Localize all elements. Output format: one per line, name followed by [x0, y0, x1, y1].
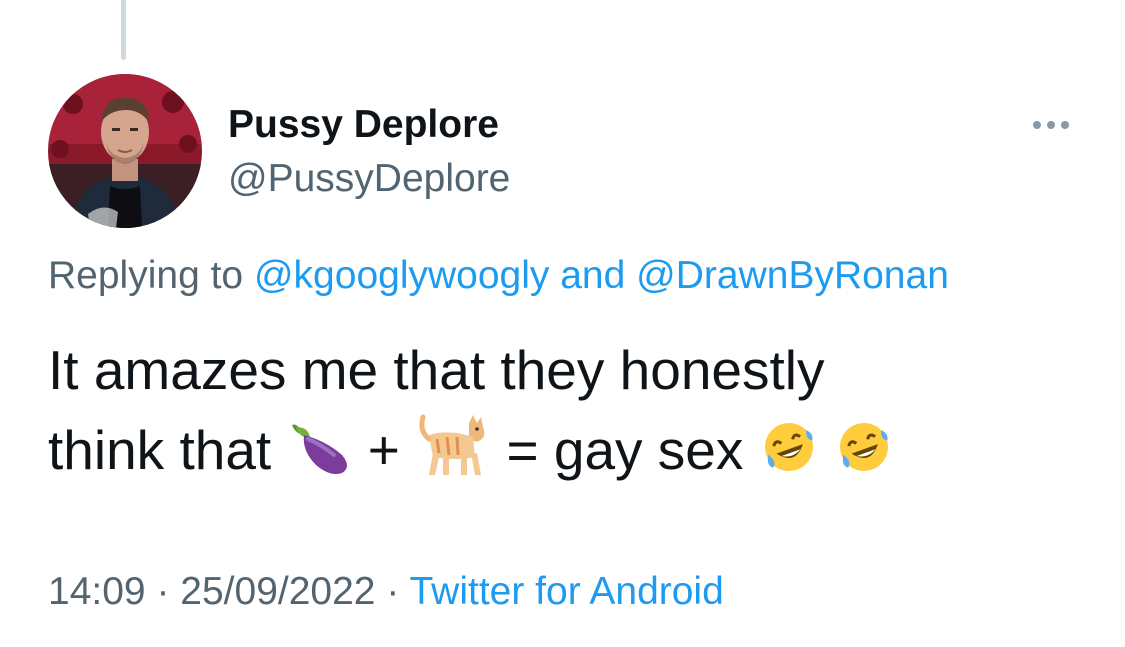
- eggplant-icon: [286, 418, 352, 498]
- rofl-icon: [834, 417, 894, 498]
- meta-separator: ·: [156, 570, 170, 613]
- mention-joiner[interactable]: and: [560, 254, 625, 297]
- meta-separator: ·: [386, 570, 400, 613]
- replying-to-label: Replying to: [48, 254, 244, 297]
- tweet-line-2-end: = gay sex: [506, 419, 744, 481]
- tweet-date[interactable]: 25/09/2022: [180, 570, 375, 613]
- tweet-meta: 14:09 · 25/09/2022 · Twitter for Android: [48, 568, 724, 616]
- cat-icon: [415, 413, 491, 498]
- plus-sign: +: [367, 419, 400, 481]
- tweet-time[interactable]: 14:09: [48, 570, 146, 613]
- tweet-line-1: It amazes me that they honestly: [48, 339, 825, 401]
- thread-connector-line: [121, 0, 126, 60]
- more-horizontal-icon: [1033, 121, 1069, 129]
- replying-to-line: Replying to @kgooglywoogly and @DrawnByR…: [48, 252, 949, 300]
- avatar-image: [48, 74, 202, 228]
- tweet-text: It amazes me that they honestly think th…: [48, 330, 1088, 498]
- mention-drawnbyronan[interactable]: @DrawnByRonan: [636, 254, 949, 297]
- mention-kgooglywoogly[interactable]: @kgooglywoogly: [254, 254, 549, 297]
- author-display-name[interactable]: Pussy Deplore: [228, 101, 499, 149]
- more-options-button[interactable]: [1026, 110, 1076, 140]
- tweet-source-link[interactable]: Twitter for Android: [409, 570, 723, 613]
- author-handle[interactable]: @PussyDeplore: [228, 155, 510, 203]
- tweet-line-2-start: think that: [48, 419, 272, 481]
- rofl-icon: [759, 417, 819, 498]
- tweet-line-2: think that + = gay sex: [48, 410, 1088, 498]
- avatar[interactable]: [48, 74, 202, 228]
